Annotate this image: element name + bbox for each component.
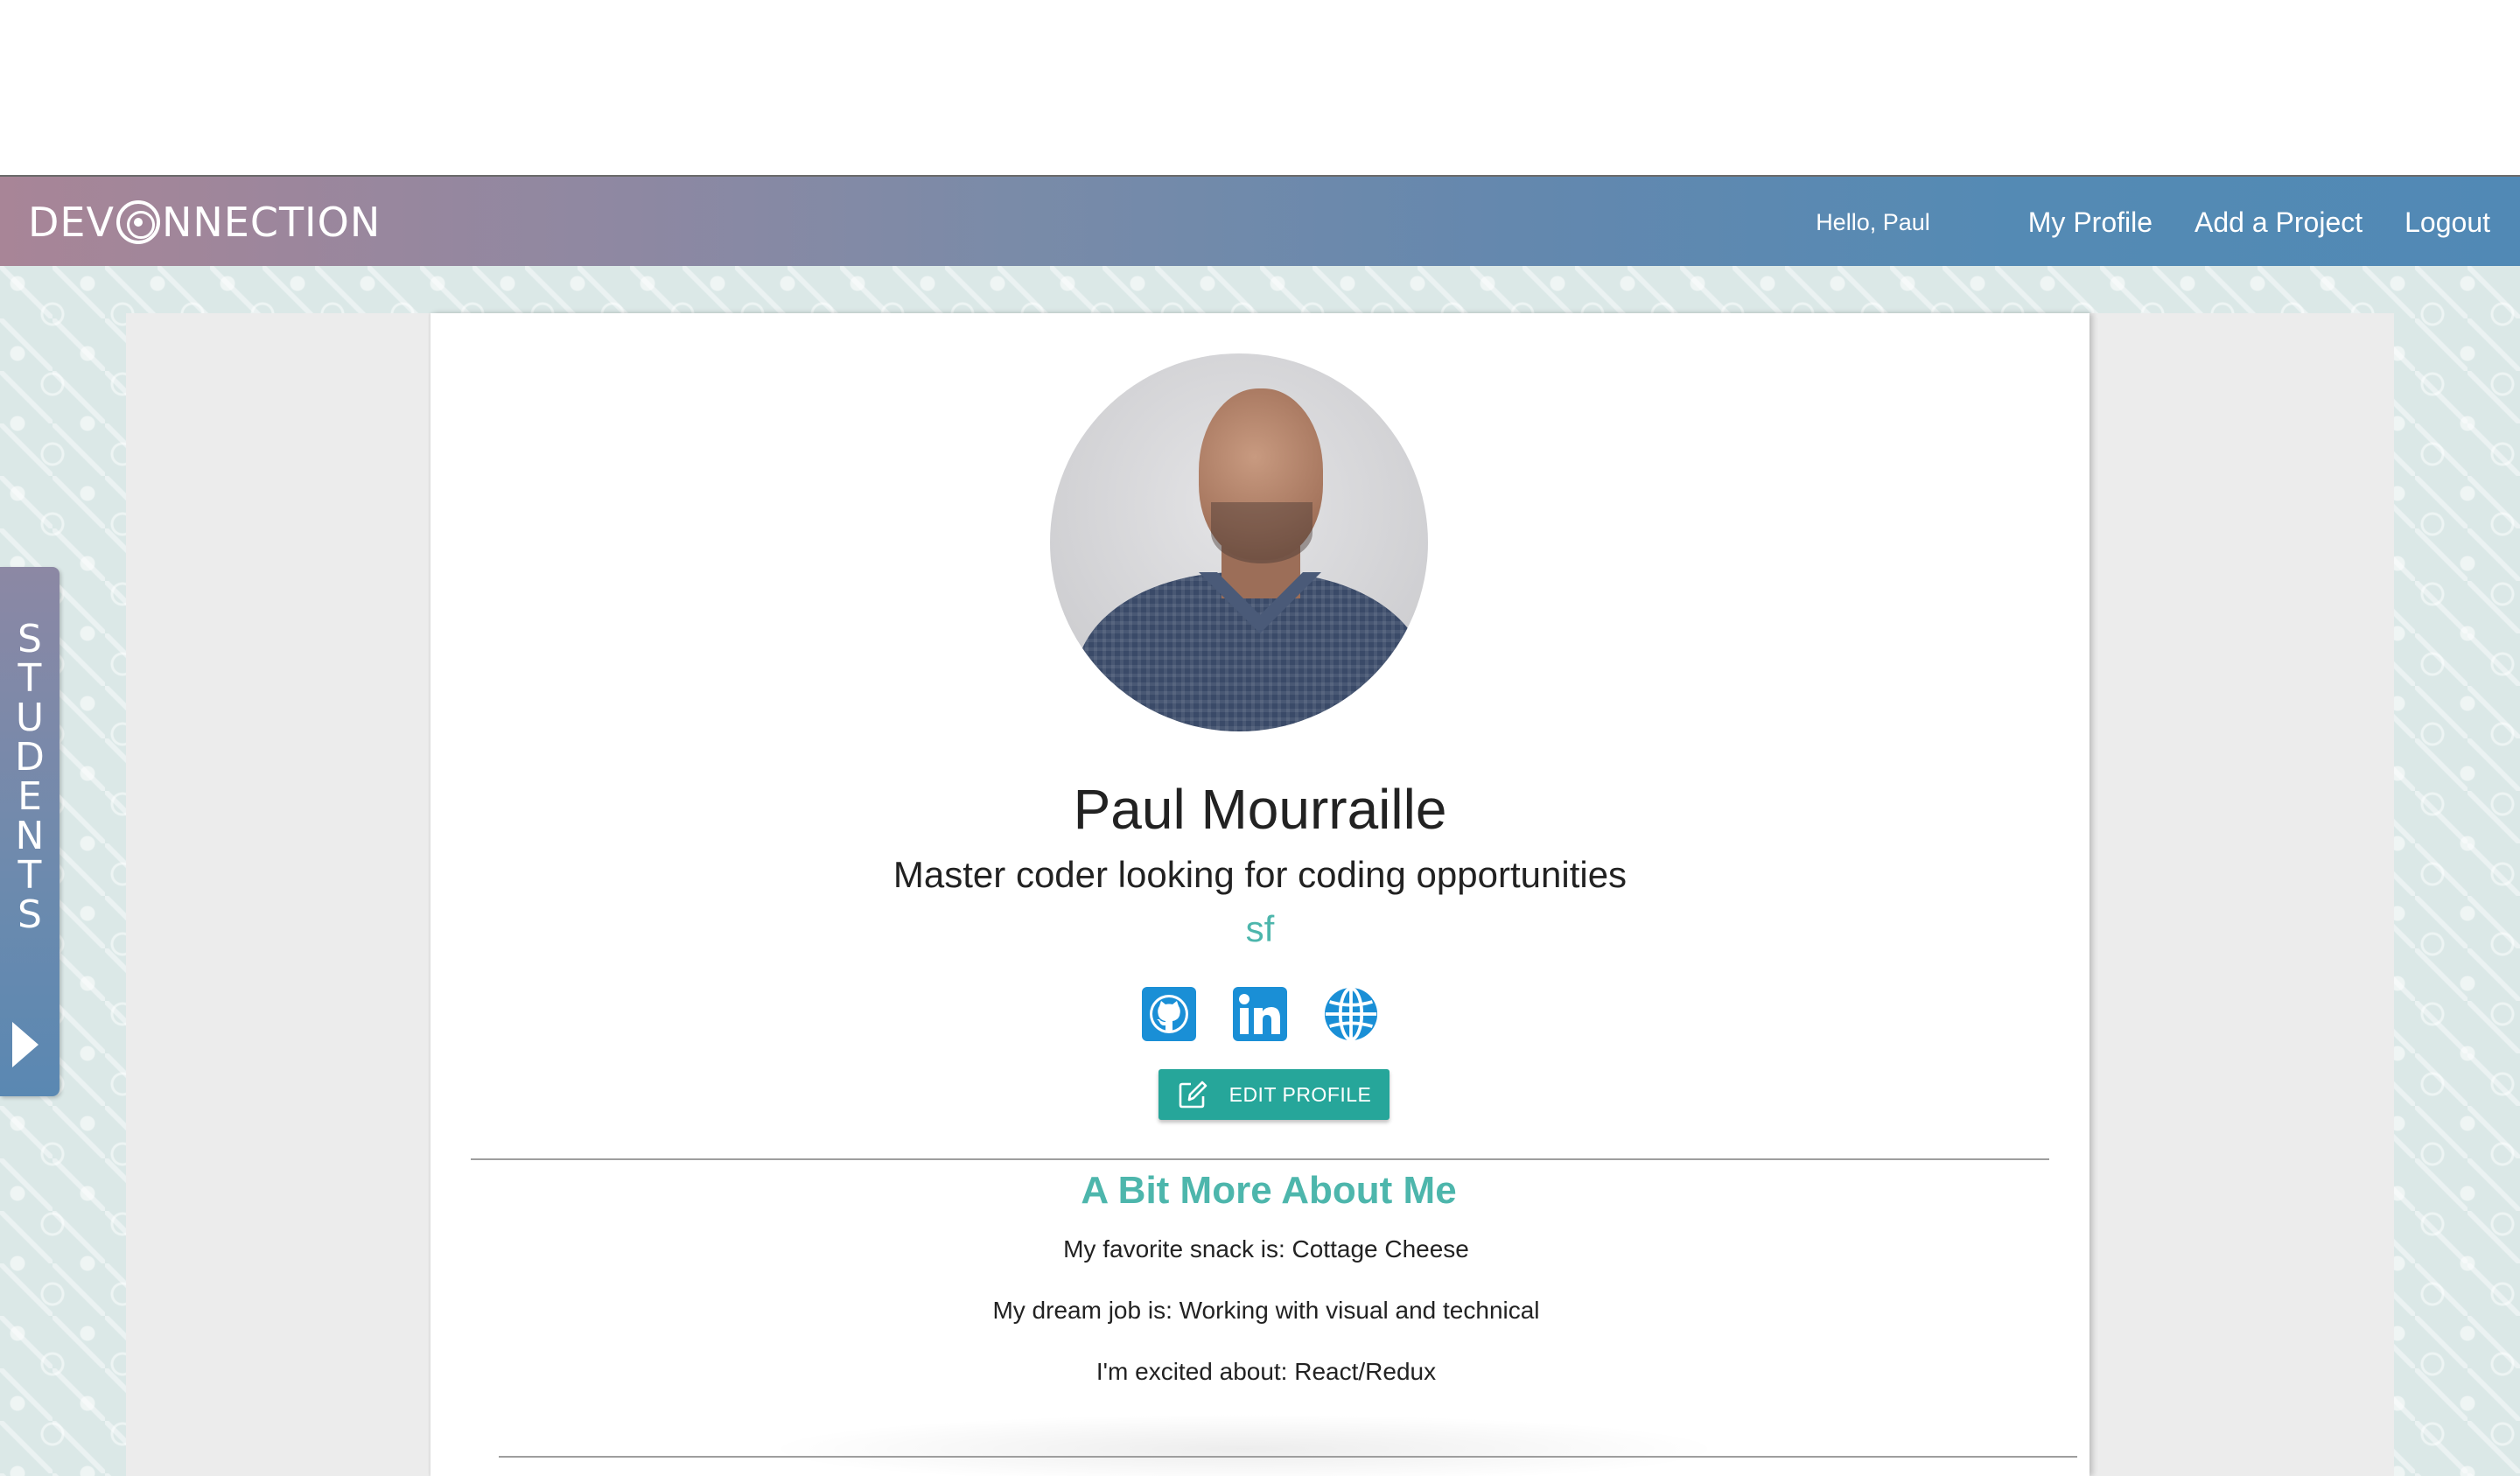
site-logo[interactable]: DEV NNECTION xyxy=(28,194,381,250)
edit-profile-label: EDIT PROFILE xyxy=(1228,1082,1372,1106)
students-tab-letter: T xyxy=(18,656,42,701)
profile-tagline: Master coder looking for coding opportun… xyxy=(892,854,1628,895)
profile-card: Paul Mourraille Master coder looking for… xyxy=(430,313,2090,1476)
students-tab-letter: N xyxy=(15,814,45,858)
user-greeting: Hello, Paul xyxy=(1816,208,1930,235)
logo-target-icon xyxy=(116,200,160,244)
section-divider-bottom xyxy=(499,1456,2077,1458)
logo-text-left: DEV xyxy=(28,199,115,246)
students-tab-letter: E xyxy=(18,774,42,819)
about-excited: I'm excited about: React/Redux xyxy=(1096,1358,1437,1385)
profile-location: sf xyxy=(1245,908,1275,949)
students-tab-letter: D xyxy=(15,735,45,780)
profile-name: Paul Mourraille xyxy=(1073,778,1447,841)
avatar xyxy=(1050,353,1428,731)
edit-icon xyxy=(1179,1081,1207,1109)
github-icon[interactable] xyxy=(1142,987,1196,1041)
linkedin-icon[interactable] xyxy=(1233,987,1287,1041)
about-snack: My favorite snack is: Cottage Cheese xyxy=(1063,1235,1469,1263)
students-tab-letter: U xyxy=(15,696,45,740)
about-dream-job: My dream job is: Working with visual and… xyxy=(992,1297,1540,1324)
nav-right: Hello, Paul My Profile Add a Project Log… xyxy=(1816,177,2490,268)
logo-text-right: NNECTION xyxy=(161,199,382,246)
social-links xyxy=(430,987,2090,1045)
play-arrow-icon xyxy=(12,1022,38,1067)
section-shadow xyxy=(763,1414,1726,1476)
about-title: A Bit More About Me xyxy=(1081,1169,1457,1212)
students-tab-letter: T xyxy=(18,853,42,898)
nav-add-project[interactable]: Add a Project xyxy=(2194,206,2362,239)
avatar-beard xyxy=(1211,502,1312,563)
globe-icon[interactable] xyxy=(1324,987,1378,1041)
students-drawer-tab[interactable]: STUDENTS xyxy=(0,567,60,1096)
nav-logout[interactable]: Logout xyxy=(2404,206,2490,239)
edit-profile-button[interactable]: EDIT PROFILE xyxy=(1158,1069,1390,1120)
top-navbar: DEV NNECTION Hello, Paul My Profile Add … xyxy=(0,175,2520,266)
students-tab-letter: S xyxy=(18,617,42,661)
students-tab-letter: S xyxy=(18,892,42,937)
nav-my-profile[interactable]: My Profile xyxy=(2028,206,2152,239)
section-divider xyxy=(471,1158,2049,1160)
students-tab-label: STUDENTS xyxy=(9,619,51,934)
browser-blank-area xyxy=(0,0,2520,175)
